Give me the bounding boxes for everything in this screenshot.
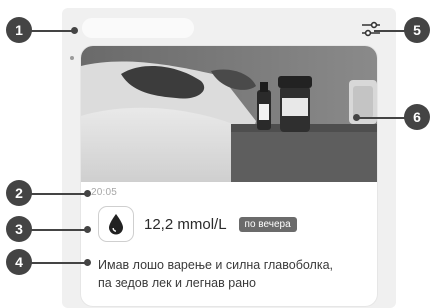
glucose-reading: 12,2 mmol/L по вечера <box>98 206 297 242</box>
callout-3-badge: 3 <box>6 216 32 242</box>
entry-note: Имав лошо варење и силна главоболка, па … <box>98 256 358 292</box>
indicator-dot <box>70 56 74 60</box>
entry-time: 20:05 <box>91 187 118 198</box>
sliders-icon <box>362 21 380 37</box>
callout-1-leader <box>28 30 74 32</box>
log-entry-card[interactable]: 20:05 12,2 mmol/L по вечера Имав лошо ва… <box>81 46 377 306</box>
entry-detail-screen: 20:05 12,2 mmol/L по вечера Имав лошо ва… <box>62 8 396 308</box>
callout-4-leader <box>28 262 88 264</box>
callout-5-leader <box>374 30 408 32</box>
note-line-2: па зедов лек и легнав рано <box>98 276 256 290</box>
callout-2-dot <box>84 190 91 197</box>
callout-6-badge: 6 <box>404 104 430 130</box>
callout-1-badge: 1 <box>6 17 32 43</box>
callout-3-leader <box>28 229 88 231</box>
callout-1-dot <box>71 27 78 34</box>
callout-2-badge: 2 <box>6 180 32 206</box>
blood-drop-icon <box>109 214 123 235</box>
reading-value: 12,2 mmol/L <box>144 215 227 233</box>
callout-5-badge: 5 <box>404 17 430 43</box>
annotated-screenshot: 20:05 12,2 mmol/L по вечера Имав лошо ва… <box>0 0 437 308</box>
meal-tag-badge: по вечера <box>238 216 297 232</box>
callout-3-dot <box>84 226 91 233</box>
callout-4-dot <box>84 259 91 266</box>
top-search-bar[interactable] <box>82 18 194 38</box>
reading-icon-box <box>98 206 134 242</box>
filter-button[interactable] <box>358 18 384 40</box>
callout-6-dot <box>353 114 360 121</box>
callout-2-leader <box>28 193 88 195</box>
note-line-1: Имав лошо варење и силна главоболка, <box>98 258 334 272</box>
callout-4-badge: 4 <box>6 249 32 275</box>
entry-photo[interactable] <box>81 46 377 182</box>
callout-6-leader <box>356 117 408 119</box>
